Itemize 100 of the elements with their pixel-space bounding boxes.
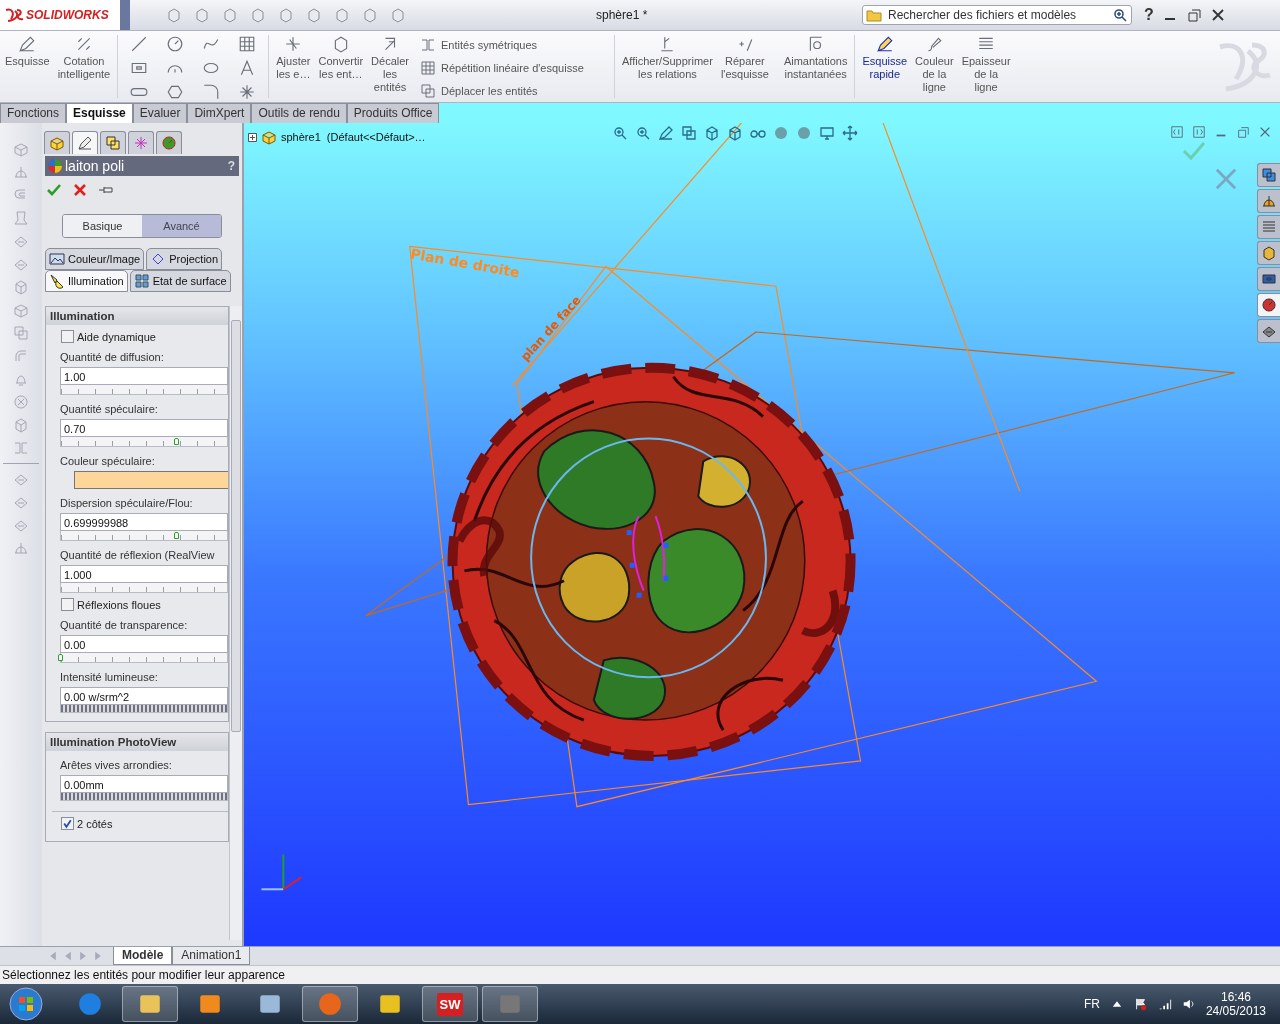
slider-thumb[interactable] [58,654,63,661]
slider-thumb[interactable] [174,438,180,445]
command-tab[interactable]: Fonctions [0,103,67,123]
language-indicator[interactable]: FR [1083,997,1100,1011]
expand-icon[interactable] [248,132,257,142]
model-tab[interactable]: Animation1 [172,947,251,965]
task-pane-tab[interactable] [1257,241,1280,265]
number-field[interactable]: 1.000 [60,565,228,583]
sphere-icon[interactable] [773,125,789,141]
help-button[interactable]: ? [227,159,235,173]
slider-track[interactable] [60,437,228,447]
fillet-icon[interactable] [202,83,221,101]
checkbox[interactable] [61,330,74,343]
ribbon-button[interactable]: Décaler les entités [368,35,412,94]
magnifier-icon[interactable] [612,125,628,141]
polygon-icon[interactable] [166,83,185,101]
line-icon[interactable] [130,35,149,53]
search-field[interactable]: Rechercher des fichiers et modèles [886,7,1108,23]
ribbon-button[interactable]: Afficher/Supprimer les relations [619,35,716,81]
task-pane-tab[interactable] [1257,293,1280,317]
search-icon[interactable] [1112,7,1128,23]
command-tab[interactable]: Esquisse [66,103,133,123]
number-field[interactable]: 0.699999988 [60,513,228,531]
scrollbar[interactable] [229,306,242,940]
ribbon-button[interactable]: Ajuster les e… [273,35,314,81]
checkbox[interactable] [61,817,74,830]
number-field[interactable]: 1.00 [60,367,228,385]
command-tab[interactable]: Evaluer [132,103,188,123]
cube-icon[interactable] [727,125,743,141]
taskbar-button[interactable] [302,986,358,1022]
magnifier-icon[interactable] [635,125,651,141]
taskbar-button[interactable] [122,986,178,1022]
feature-tool-icon[interactable] [13,394,29,410]
section-header[interactable]: Illumination PhotoView [46,733,228,751]
confirm-check-icon[interactable] [1181,141,1207,161]
flag-icon[interactable] [1133,997,1148,1011]
slider-thumb[interactable] [174,532,180,539]
clock-date[interactable]: 24/05/2013 [1205,1004,1266,1018]
manager-tab[interactable] [156,131,182,154]
task-pane-tab[interactable] [1257,189,1280,213]
speaker-icon[interactable] [1181,997,1196,1011]
ribbon-button[interactable]: Convertir les ent… [315,35,367,81]
manager-tab[interactable] [100,131,126,154]
restore-icon[interactable] [1236,125,1250,139]
ok-icon[interactable] [46,182,62,198]
number-field[interactable]: 0.00 [60,635,228,653]
slider-track[interactable] [60,705,228,713]
number-field[interactable]: 0.70 [60,419,228,437]
manager-tab[interactable] [72,131,98,154]
close-icon[interactable] [1258,125,1272,139]
manager-tab[interactable] [128,131,154,154]
taskbar-button[interactable] [482,986,538,1022]
tree-item[interactable]: sphère1 (Défaut<<Défaut>… [281,131,426,143]
task-pane-tab[interactable] [1257,319,1280,343]
move-arrows-icon[interactable] [842,125,858,141]
cancel-icon[interactable] [72,182,88,198]
feature-tool-icon[interactable] [13,540,29,556]
cube-icon[interactable] [704,125,720,141]
split-right-icon[interactable] [1192,125,1206,139]
panel-tab[interactable]: Illumination [45,270,128,292]
feature-tool-icon[interactable] [13,417,29,433]
section-header[interactable]: Illumination [46,307,228,325]
signal-icon[interactable] [1157,997,1172,1011]
ribbon-list-item[interactable]: Déplacer les entités [420,83,610,99]
checkbox[interactable] [61,598,74,611]
sphere-icon[interactable] [796,125,812,141]
slider-track[interactable] [60,531,228,541]
feature-tool-icon[interactable] [13,279,29,295]
command-tab[interactable]: Outils de rendu [251,103,347,123]
panel-tab[interactable]: Etat de surface [129,270,231,292]
feature-tool-icon[interactable] [13,141,29,157]
ribbon-button[interactable]: Couleur de la ligne [912,35,957,94]
color-swatch[interactable] [74,471,228,489]
task-pane-tab[interactable] [1257,267,1280,291]
number-field[interactable]: 0.00mm [60,775,228,793]
model-tab[interactable]: Modèle [113,947,173,965]
grid-icon[interactable] [238,35,257,53]
point-icon[interactable] [238,83,257,101]
clock-time[interactable]: 16:46 [1220,990,1251,1004]
monitor-icon[interactable] [819,125,835,141]
taskbar-button[interactable]: SW [422,986,478,1022]
confirm-cancel-icon[interactable] [1215,168,1237,190]
split-left-icon[interactable] [1170,125,1184,139]
ribbon-button[interactable]: Epaisseur de la ligne [958,35,1014,94]
ribbon-button[interactable]: Cotation intelligente [54,35,114,81]
feature-tool-icon[interactable] [13,164,29,180]
ribbon-button[interactable]: Réparer l'esquisse [717,35,772,81]
task-pane-tab[interactable] [1257,163,1280,187]
manager-tab[interactable] [44,131,70,154]
mode-button[interactable]: Basique [63,215,142,237]
section-view-icon[interactable] [681,125,697,141]
command-tab[interactable]: DimXpert [187,103,252,123]
ribbon-button[interactable]: Esquisse [2,35,53,68]
ribbon-list-item[interactable]: Entités symétriques [420,37,610,53]
close-icon[interactable] [1209,7,1226,23]
command-tab[interactable]: Produits Office [346,103,440,123]
help-button[interactable]: ? [1144,6,1154,24]
ribbon-list-item[interactable]: Répétition linéaire d'esquisse [420,60,610,76]
search-bar[interactable]: Rechercher des fichiers et modèles [862,5,1132,25]
feature-tool-icon[interactable] [13,210,29,226]
